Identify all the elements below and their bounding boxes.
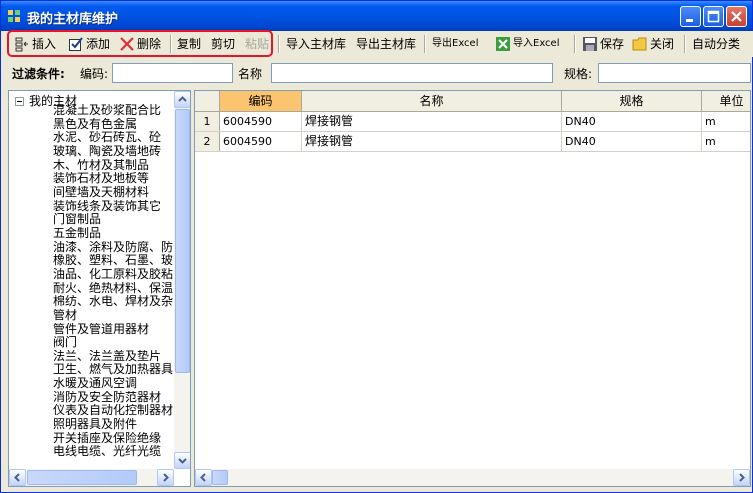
tree-item[interactable]: 装饰石材及地板等 <box>53 172 175 186</box>
import-excel-button[interactable]: 导入Excel <box>495 34 560 54</box>
cell-name[interactable]: 焊接钢管 <box>302 132 562 151</box>
tree-item-list: 混凝土及砂浆配合比 黑色及有色金属 水泥、砂石砖瓦、砼 玻璃、陶瓷及墙地砖 木、竹材及其… <box>53 104 175 459</box>
row-number: 1 <box>195 112 220 131</box>
spec-label: 规格: <box>564 67 593 81</box>
tree-item[interactable]: 橡胶、塑料、石墨、玻 <box>53 254 175 268</box>
chevron-down-icon <box>178 458 187 464</box>
chevron-left-icon <box>14 473 20 482</box>
chevron-right-icon <box>163 473 169 482</box>
main-window: 我的主材库维护 插入 添加 删除 复制 剪切 粘贴 导入主材库 导出主材库 导出… <box>0 0 753 493</box>
cell-spec[interactable]: DN40 <box>562 112 702 131</box>
tree-item[interactable]: 装饰线条及装饰其它 <box>53 200 175 214</box>
folder-icon <box>632 37 647 51</box>
tree-item[interactable]: 水暖及通风空调 <box>53 377 175 391</box>
cell-unit[interactable]: m <box>702 112 750 131</box>
app-icon <box>8 10 20 22</box>
scroll-thumb[interactable] <box>175 109 190 373</box>
maximize-icon <box>707 10 720 23</box>
filter-bar: 过滤条件: 编码: 名称 规格: <box>2 58 753 88</box>
cell-unit[interactable]: m <box>702 132 750 151</box>
scroll-right-button[interactable] <box>157 469 174 486</box>
maximize-button[interactable] <box>703 6 724 27</box>
toolbar-separator <box>684 35 686 53</box>
spec-input[interactable] <box>598 63 751 83</box>
scroll-left-button[interactable] <box>195 469 212 486</box>
column-header-name[interactable]: 名称 <box>302 91 562 111</box>
row-number: 2 <box>195 132 220 151</box>
minimize-icon <box>686 19 693 22</box>
column-header-spec[interactable]: 规格 <box>562 91 702 111</box>
tree-item[interactable]: 卫生、燃气及加热器具 <box>53 363 175 377</box>
name-label: 名称 <box>238 67 263 81</box>
table-row[interactable]: 1 6004590 焊接钢管 DN40 m <box>195 112 750 132</box>
tree-item[interactable]: 阀门 <box>53 336 175 350</box>
grid-horizontal-scrollbar[interactable] <box>195 469 750 486</box>
filter-label: 过滤条件: <box>12 67 65 81</box>
save-disk-icon <box>583 37 597 51</box>
tree-item[interactable]: 门窗制品 <box>53 213 175 227</box>
grid-header: 编码 名称 规格 单位 <box>195 91 750 112</box>
tree-item[interactable]: 油品、化工原料及胶粘 <box>53 268 175 282</box>
category-tree: 我的主材 混凝土及砂浆配合比 黑色及有色金属 水泥、砂石砖瓦、砼 玻璃、陶瓷及墙地砖木… <box>8 90 191 487</box>
tree-item[interactable]: 消防及安全防范器材 <box>53 391 175 405</box>
scroll-thumb[interactable] <box>27 470 137 485</box>
toolbar-highlight-box <box>7 30 273 57</box>
scroll-thumb[interactable] <box>212 470 228 485</box>
tree-item[interactable]: 耐火、绝热材料、保温 <box>53 282 175 296</box>
toolbar-separator <box>574 35 576 53</box>
materials-grid: 编码 名称 规格 单位 1 6004590 焊接钢管 DN40 m 2 6004… <box>194 90 751 487</box>
chevron-right-icon <box>739 473 745 482</box>
scroll-up-button[interactable] <box>174 91 190 108</box>
title-bar[interactable]: 我的主材库维护 <box>1 1 752 31</box>
cell-code[interactable]: 6004590 <box>220 112 302 131</box>
name-input[interactable] <box>271 63 553 83</box>
table-row[interactable]: 2 6004590 焊接钢管 DN40 m <box>195 132 750 152</box>
tree-item[interactable]: 电线电缆、光纤光缆 <box>53 445 175 459</box>
chevron-left-icon <box>200 473 206 482</box>
collapse-toggle-icon[interactable] <box>15 97 24 106</box>
save-button[interactable]: 保存 <box>582 34 624 54</box>
close-button[interactable]: 关闭 <box>632 34 674 54</box>
tree-item[interactable]: 仪表及自动化控制器材 <box>53 404 175 418</box>
tree-horizontal-scrollbar[interactable] <box>9 469 174 486</box>
tree-item[interactable]: 混凝土及砂浆配合比 <box>53 104 175 118</box>
close-window-button[interactable] <box>726 6 747 27</box>
code-input[interactable] <box>112 63 233 83</box>
minimize-button[interactable] <box>680 6 701 27</box>
tree-item[interactable]: 玻璃、陶瓷及墙地砖 <box>53 145 175 159</box>
import-main-library-button[interactable]: 导入主材库 <box>286 34 346 54</box>
tree-item[interactable]: 水泥、砂石砖瓦、砼 <box>53 131 175 145</box>
tree-item[interactable]: 黑色及有色金属 <box>53 118 175 132</box>
close-icon <box>731 11 742 22</box>
tree-item[interactable]: 管件及管道用器材 <box>53 323 175 337</box>
tree-item[interactable]: 法兰、法兰盖及垫片 <box>53 350 175 364</box>
scroll-right-button[interactable] <box>733 469 750 486</box>
cell-code[interactable]: 6004590 <box>220 132 302 151</box>
chevron-up-icon <box>178 96 187 102</box>
export-main-library-button[interactable]: 导出主材库 <box>356 34 416 54</box>
cell-spec[interactable]: DN40 <box>562 132 702 151</box>
tree-item[interactable]: 间壁墙及天棚材料 <box>53 186 175 200</box>
column-header-unit[interactable]: 单位 <box>702 91 750 111</box>
window-title: 我的主材库维护 <box>27 12 119 27</box>
toolbar-separator <box>278 35 280 53</box>
scroll-down-button[interactable] <box>174 452 190 469</box>
tree-item[interactable]: 棉纺、水电、焊材及杂 <box>53 295 175 309</box>
excel-icon <box>496 37 510 51</box>
tree-item[interactable]: 开关插座及保险绝缘 <box>53 432 175 446</box>
export-excel-button[interactable]: 导出Excel <box>432 34 479 54</box>
tree-item[interactable]: 照明器具及附件 <box>53 418 175 432</box>
row-number-header <box>195 91 220 111</box>
code-label: 编码: <box>80 67 109 81</box>
tree-item[interactable]: 管材 <box>53 309 175 323</box>
auto-classify-button[interactable]: 自动分类 <box>692 34 740 54</box>
tree-item[interactable]: 五金制品 <box>53 227 175 241</box>
column-header-code[interactable]: 编码 <box>220 91 302 111</box>
scroll-left-button[interactable] <box>9 469 26 486</box>
tree-item[interactable]: 油漆、涂料及防腐、防 <box>53 241 175 255</box>
tree-item[interactable]: 木、竹材及其制品 <box>53 159 175 173</box>
cell-name[interactable]: 焊接钢管 <box>302 112 562 131</box>
toolbar-separator <box>424 35 426 53</box>
tree-vertical-scrollbar[interactable] <box>174 91 190 469</box>
